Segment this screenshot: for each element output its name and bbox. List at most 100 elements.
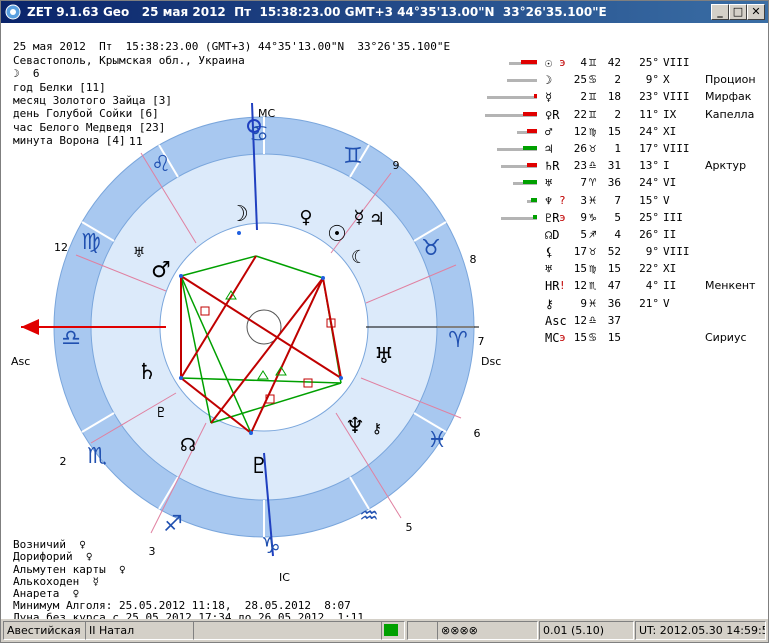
planet-degree: 9 <box>580 296 587 310</box>
planet-degree: 23 <box>573 159 587 173</box>
house-system-status[interactable]: Авестийская <box>3 621 86 640</box>
planet-sign-icon: ♊ <box>589 55 597 69</box>
planet-row[interactable]: ☽ 25 ♋ 2 9° X Процион <box>479 72 769 89</box>
strength-bar <box>487 96 537 100</box>
planet-degree: 12 <box>573 279 587 293</box>
planet-row[interactable]: ♀R 22 ♊ 2 11° IX Капелла <box>479 107 769 124</box>
strength-bar-colored <box>531 197 537 202</box>
planet-row[interactable]: ♅ 15 ♍ 15 22° XI <box>479 261 769 278</box>
close-button[interactable]: ✕ <box>747 4 765 20</box>
planet-row[interactable]: HR! 12 ♏ 47 4° II Менкент <box>479 278 769 295</box>
svg-text:2: 2 <box>60 455 67 468</box>
planet-row[interactable]: ☉ э 4 ♊ 42 25° VIII <box>479 55 769 72</box>
planet-degree: 25 <box>573 73 587 87</box>
planet-minutes: 15 <box>607 262 621 276</box>
planet-secondary-degree: 17° <box>639 141 659 155</box>
planet-secondary-degree: 13° <box>639 159 659 173</box>
planet-minutes: 4 <box>614 227 621 241</box>
planet-degree: 4 <box>580 56 587 69</box>
title-bar[interactable]: ZET 9.1.63 Geo 25 мая 2012 Пт 15:38:23.0… <box>1 1 768 23</box>
planet-sign-icon: ♍ <box>589 123 597 138</box>
chart-summary: Возничий ♀ Дорифорий ♀ Альмутен карты ♀ … <box>13 527 364 625</box>
algol-minimum-line: Минимум Алголя: 25.05.2012 11:18, 28.05.… <box>13 599 351 613</box>
sign-libra-icon: ♎ <box>61 326 81 351</box>
planet-secondary-degree: 24° <box>639 176 659 190</box>
planet-degree: 2 <box>580 90 587 104</box>
planet-minutes: 52 <box>607 245 621 259</box>
asc-arrow <box>21 319 39 335</box>
planet-glyph-icon: ☿ <box>545 90 553 105</box>
planet-row[interactable]: ♃ 26 ♉ 1 17° VIII <box>479 141 769 158</box>
planet-glyph-icon: ♃ <box>545 141 553 156</box>
planet-glyph-icon: Asc <box>545 313 567 328</box>
wheel-4-icon[interactable]: ⊗ <box>469 624 478 637</box>
anareta-line: Анарета ♀ <box>13 587 80 601</box>
pluto-icon: ♇ <box>249 454 269 479</box>
wheel-buttons[interactable]: ⊗⊗⊗⊗ <box>437 621 538 640</box>
planet-row[interactable]: ♇R э 9 ♑ 5 25° III <box>479 210 769 227</box>
planet-row[interactable]: MC э 15 ♋ 15 Сириус <box>479 330 769 347</box>
maximize-button[interactable]: □ <box>729 4 747 20</box>
planet-secondary-degree: 25° <box>639 210 659 224</box>
planet-minutes: 36 <box>607 176 621 190</box>
planet-secondary-degree: 21° <box>639 296 659 310</box>
planet-secondary-degree: 25° <box>639 56 659 69</box>
sign-pisces-icon: ♓ <box>427 428 447 453</box>
planet-degree: 7 <box>580 176 587 190</box>
minimize-button[interactable]: _ <box>711 4 729 20</box>
planet-degree: 15 <box>573 262 587 276</box>
chiron-icon: ⚷ <box>372 421 382 437</box>
strength-bar-colored <box>523 180 537 185</box>
planet-glyph-icon: ♅ <box>545 176 553 191</box>
planet-minutes: 1 <box>614 141 621 155</box>
wheel-3-icon[interactable]: ⊗ <box>459 624 468 637</box>
chart-type-status[interactable]: II Натал <box>85 621 194 640</box>
planet-glyph-icon: ☉ <box>545 56 553 70</box>
svg-text:9: 9 <box>393 159 400 172</box>
planet-glyph-icon: ☽ <box>545 73 553 88</box>
planet-glyph-icon: ☊D <box>545 227 560 242</box>
status-indicator[interactable] <box>381 621 405 640</box>
sign-leo-icon: ♌ <box>151 152 171 177</box>
status-empty <box>193 621 382 640</box>
planet-secondary-degree: 26° <box>639 227 659 241</box>
planet-row[interactable]: ☊D 5 ♐ 4 26° II <box>479 227 769 244</box>
planet-minutes: 7 <box>614 193 621 207</box>
planet-minutes: 42 <box>607 56 621 69</box>
fixed-star: Менкент <box>705 279 756 293</box>
green-indicator-icon <box>384 624 398 636</box>
planet-sign-icon: ♏ <box>589 278 597 293</box>
dsc-label: Dsc <box>481 355 501 368</box>
planet-minutes: 18 <box>607 90 621 104</box>
fixed-star: Мирфак <box>705 90 752 104</box>
planet-house: II <box>663 227 677 241</box>
doryphory-line: Дорифорий ♀ <box>13 550 93 564</box>
planet-house: I <box>663 159 670 173</box>
wheel-1-icon[interactable]: ⊗ <box>441 624 450 637</box>
planet-row[interactable]: ♅ 7 ♈ 36 24° VI <box>479 175 769 192</box>
planet-glyph-icon: MC <box>545 331 560 345</box>
planet-house: V <box>663 296 670 310</box>
mercury-icon: ☿ <box>353 207 364 228</box>
planet-row[interactable]: ⚷ 9 ♓ 36 21° V <box>479 296 769 313</box>
planet-mark: э <box>559 56 566 69</box>
planet-mark: ? <box>559 193 566 207</box>
planet-degree: 5 <box>580 227 587 241</box>
planet-row[interactable]: ♆? 3 ♓ 7 15° V <box>479 193 769 210</box>
planet-glyph-icon: HR <box>545 279 560 294</box>
planet-degree: 9 <box>580 210 587 224</box>
planet-row[interactable]: ☿ 2 ♊ 18 23° VIII Мирфак <box>479 89 769 106</box>
planet-row[interactable]: ⚸ 17 ♉ 52 9° VIII <box>479 244 769 261</box>
planet-mark: э <box>559 331 566 344</box>
value-status: 0.01 (5.10) <box>539 621 634 640</box>
lilith-icon: ♇ <box>155 405 168 421</box>
fixed-star: Арктур <box>705 159 747 173</box>
planet-secondary-degree: 11° <box>639 107 659 121</box>
planet-row[interactable]: ♂ 12 ♍ 15 24° XI <box>479 124 769 141</box>
sign-taurus-icon: ♉ <box>421 236 441 261</box>
planet-row[interactable]: Asc 12 ♎ 37 <box>479 313 769 330</box>
planet-secondary-degree: 9° <box>645 245 659 259</box>
strength-bar-colored <box>533 214 537 219</box>
planet-row[interactable]: ♄R 23 ♎ 31 13° I Арктур <box>479 158 769 175</box>
chart-area[interactable]: 25 мая 2012 Пт 15:38:23.00 (GMT+3) 44°35… <box>1 23 769 624</box>
